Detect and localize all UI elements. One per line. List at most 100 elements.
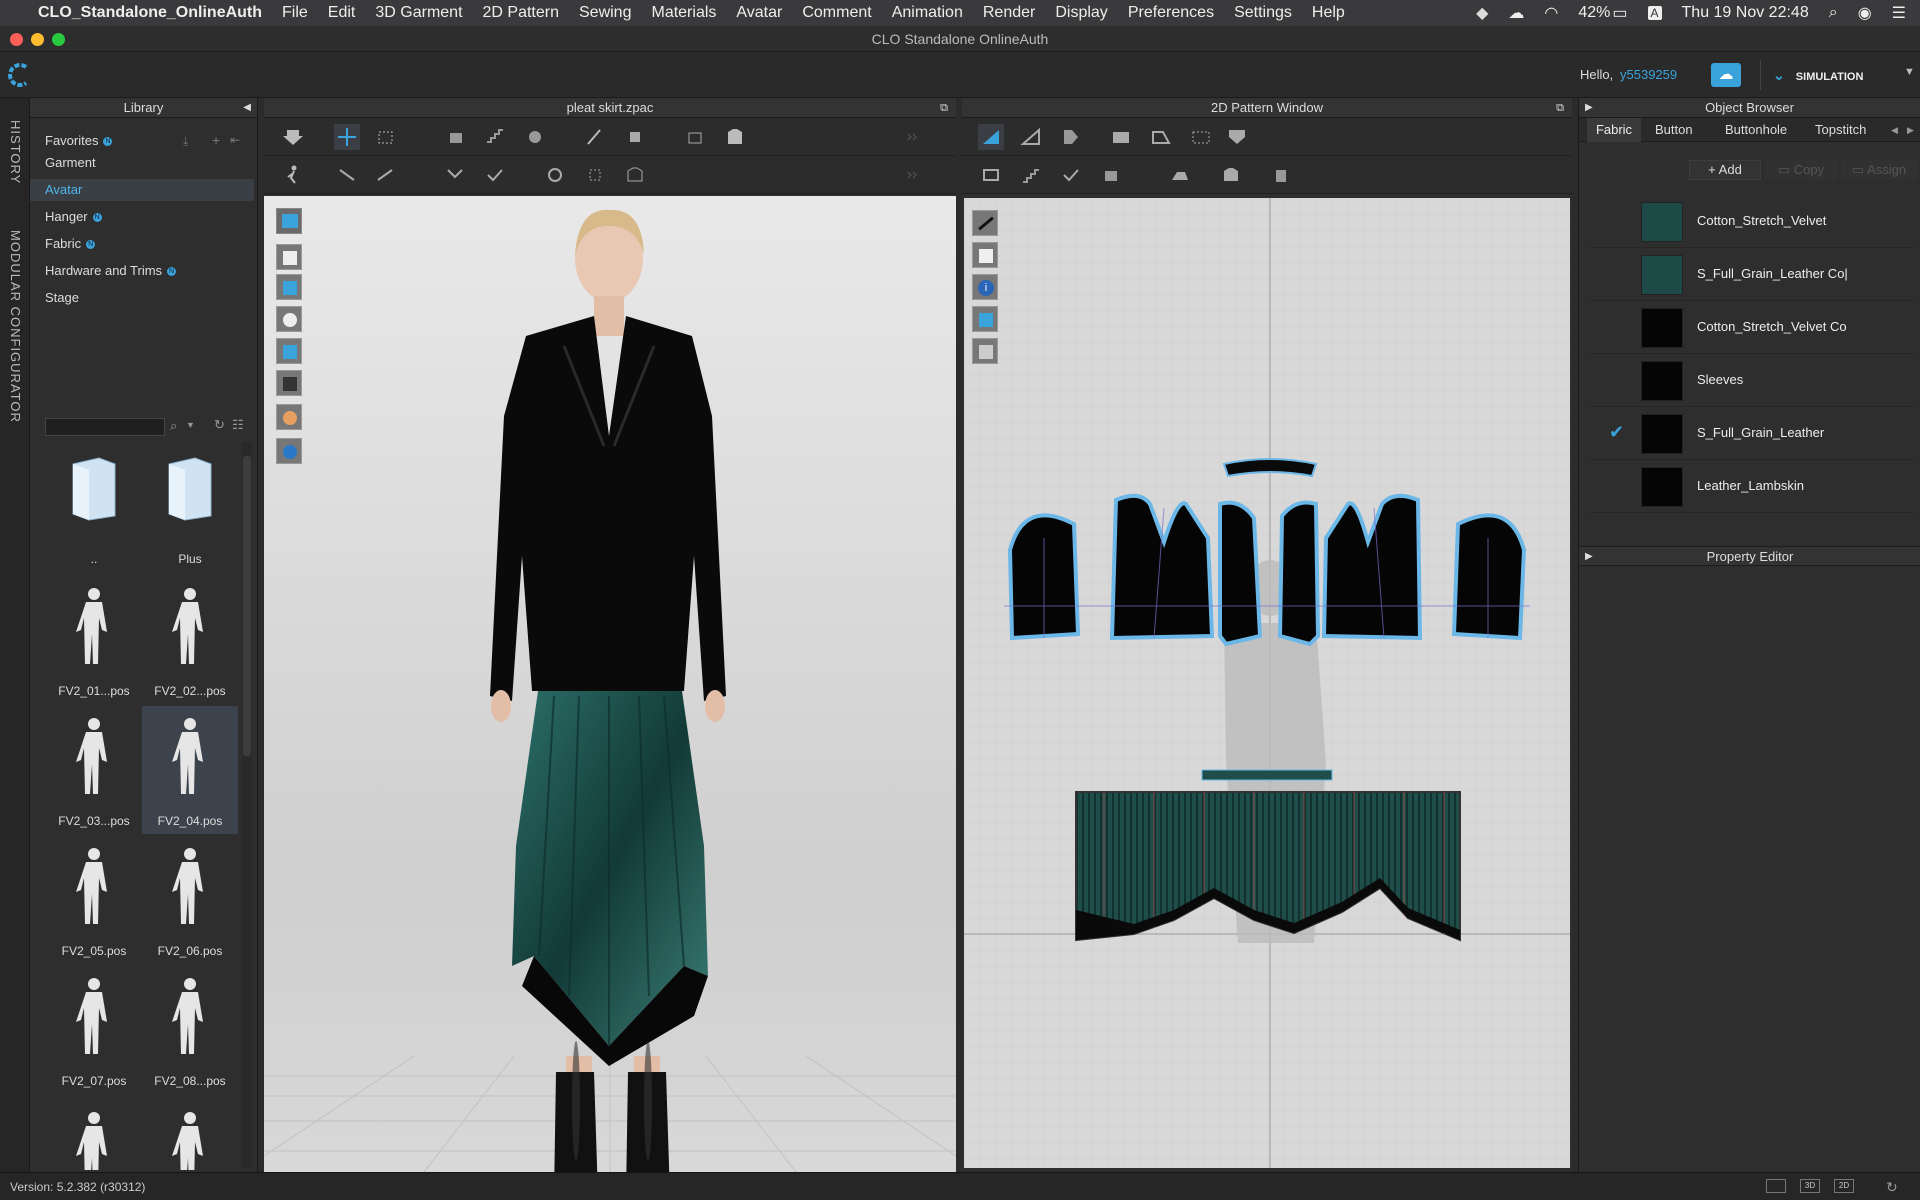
tab-modular-configurator[interactable]: MODULAR CONFIGURATOR: [8, 230, 23, 423]
menu-avatar[interactable]: Avatar: [736, 4, 782, 22]
tab-scroll-right-icon[interactable]: ▶: [1907, 118, 1914, 142]
battery-icon[interactable]: ▭: [1612, 3, 1627, 23]
menu-help[interactable]: Help: [1312, 4, 1345, 22]
library-pose-thumb[interactable]: FV2_01...pos: [46, 576, 142, 704]
garment-icon[interactable]: [722, 124, 748, 150]
username-link[interactable]: y5539259: [1620, 67, 1677, 82]
edit-pattern-icon[interactable]: [1018, 124, 1044, 150]
spotlight-search-icon[interactable]: ⌕: [1829, 4, 1838, 22]
library-pose-thumb[interactable]: FV2_03...pos: [46, 706, 142, 834]
fabric-list-item[interactable]: S_Full_Grain_Leather Co|: [1589, 249, 1914, 301]
check-sewing-icon[interactable]: [482, 162, 508, 188]
fabric-swatch[interactable]: [1641, 414, 1683, 454]
topstitch-2d-icon[interactable]: [1268, 162, 1294, 188]
assign-fabric-button[interactable]: ▭ Assign: [1841, 160, 1917, 180]
menu-sewing[interactable]: Sewing: [579, 4, 631, 22]
pattern-right-sleeve[interactable]: [1451, 513, 1527, 641]
menubar-clock[interactable]: Thu 19 Nov 22:48: [1682, 4, 1809, 22]
menu-display[interactable]: Display: [1055, 4, 1107, 22]
menu-animation[interactable]: Animation: [892, 4, 963, 22]
library-pose-thumb[interactable]: FV2_07.pos: [46, 966, 142, 1094]
select-mesh-icon[interactable]: [372, 124, 398, 150]
info-icon[interactable]: i: [972, 274, 998, 300]
simulation-mode-button[interactable]: ⌄ SIMULATION: [1760, 60, 1900, 90]
app-name-menu[interactable]: CLO_Standalone_OnlineAuth: [38, 4, 262, 22]
topstitch-icon[interactable]: [622, 162, 648, 188]
menu-settings[interactable]: Settings: [1234, 4, 1292, 22]
segment-sewing-icon[interactable]: [334, 162, 360, 188]
environment-globe-icon[interactable]: [276, 438, 302, 464]
fabric-swatch[interactable]: [1641, 361, 1683, 401]
fold-2d-icon[interactable]: [1218, 162, 1244, 188]
scrollbar-thumb[interactable]: [243, 456, 251, 756]
library-pose-thumb[interactable]: [142, 1100, 238, 1170]
menu-edit[interactable]: Edit: [328, 4, 356, 22]
display-avatar-icon[interactable]: [276, 208, 302, 234]
polygon-icon[interactable]: [1148, 124, 1174, 150]
fabric-list-item[interactable]: Cotton_Stretch_Velvet: [1589, 196, 1914, 248]
simulation-dropdown-icon[interactable]: ▼: [1904, 66, 1915, 78]
siri-icon[interactable]: ◉: [1858, 3, 1872, 23]
lock-pattern-icon[interactable]: [972, 338, 998, 364]
library-scrollbar[interactable]: [242, 442, 252, 1168]
menu-comment[interactable]: Comment: [802, 4, 871, 22]
tab-fabric[interactable]: Fabric: [1587, 118, 1641, 142]
pin-icon[interactable]: [582, 124, 608, 150]
copy-fabric-button[interactable]: ▭ Copy: [1765, 160, 1837, 180]
tab-scroll-left-icon[interactable]: ◀: [1891, 118, 1898, 142]
library-item-hardware-and-trims[interactable]: Hardware and Trims N: [30, 260, 254, 282]
fabric-list-item[interactable]: Leather_Lambskin: [1589, 461, 1914, 513]
dropbox-icon[interactable]: ◆: [1476, 3, 1488, 23]
library-pose-thumb[interactable]: FV2_04.pos: [142, 706, 238, 834]
window-minimize-button[interactable]: [31, 33, 44, 46]
fabric-list-item[interactable]: ✔ S_Full_Grain_Leather: [1589, 408, 1914, 460]
fabric-swatch[interactable]: [1641, 255, 1683, 295]
library-item-stage[interactable]: Stage: [30, 287, 254, 309]
2d-pattern-canvas[interactable]: [964, 198, 1570, 1168]
menu-2d-pattern[interactable]: 2D Pattern: [483, 4, 559, 22]
show-garment-icon[interactable]: [276, 244, 302, 270]
library-item-garment[interactable]: Garment: [30, 152, 254, 174]
pattern-left-back[interactable]: [1218, 500, 1263, 647]
menu-file[interactable]: File: [282, 4, 308, 22]
refresh-icon[interactable]: ↻: [214, 417, 225, 433]
3d-scene-canvas[interactable]: [264, 196, 956, 1172]
creative-cloud-icon[interactable]: ☁: [1508, 3, 1524, 23]
avatar-walk-icon[interactable]: [280, 162, 306, 188]
rectangle-icon[interactable]: [1108, 124, 1134, 150]
shading-mode-icon[interactable]: [276, 370, 302, 396]
library-pose-thumb[interactable]: FV2_02...pos: [142, 576, 238, 704]
skin-mode-icon[interactable]: [276, 404, 302, 430]
internal-rectangle-icon[interactable]: [1188, 124, 1214, 150]
expand-arrow-icon[interactable]: ▶: [1585, 98, 1593, 118]
library-pose-thumb[interactable]: FV2_08...pos: [142, 966, 238, 1094]
sewing-length-icon[interactable]: [1098, 162, 1124, 188]
window-close-button[interactable]: [10, 33, 23, 46]
detach-window-icon[interactable]: ⧉: [940, 98, 948, 118]
collapse-arrow-icon[interactable]: ◀: [243, 98, 251, 118]
brush-icon[interactable]: [622, 124, 648, 150]
library-pose-thumb[interactable]: FV2_06.pos: [142, 836, 238, 964]
fabric-swatch[interactable]: [1641, 467, 1683, 507]
layout-2d-icon[interactable]: 2D: [1834, 1179, 1854, 1193]
simulation-down-icon[interactable]: [280, 124, 306, 150]
arrangement-icon[interactable]: [682, 124, 708, 150]
refresh-layout-icon[interactable]: ↻: [1886, 1173, 1898, 1200]
search-dropdown-icon[interactable]: ▼: [186, 420, 195, 430]
edit-sewing-icon[interactable]: [442, 162, 468, 188]
window-zoom-button[interactable]: [52, 33, 65, 46]
check-sewing-2d-icon[interactable]: [1058, 162, 1084, 188]
library-folder[interactable]: Plus: [142, 444, 238, 572]
tack-icon[interactable]: [482, 124, 508, 150]
tab-history[interactable]: HISTORY: [8, 120, 23, 184]
tab-button[interactable]: Button: [1655, 118, 1693, 142]
library-item-favorites[interactable]: Favorites N: [30, 130, 254, 152]
segment-sewing-2d-icon[interactable]: [978, 162, 1004, 188]
fabric-swatch[interactable]: [1641, 202, 1683, 242]
notification-center-icon[interactable]: ☰: [1892, 3, 1906, 23]
show-garment-2d-icon[interactable]: [972, 242, 998, 268]
library-pose-thumb[interactable]: [46, 1100, 142, 1170]
pattern-right-back[interactable]: [1277, 500, 1321, 647]
wifi-icon[interactable]: ◠: [1544, 3, 1558, 23]
menu-render[interactable]: Render: [983, 4, 1035, 22]
